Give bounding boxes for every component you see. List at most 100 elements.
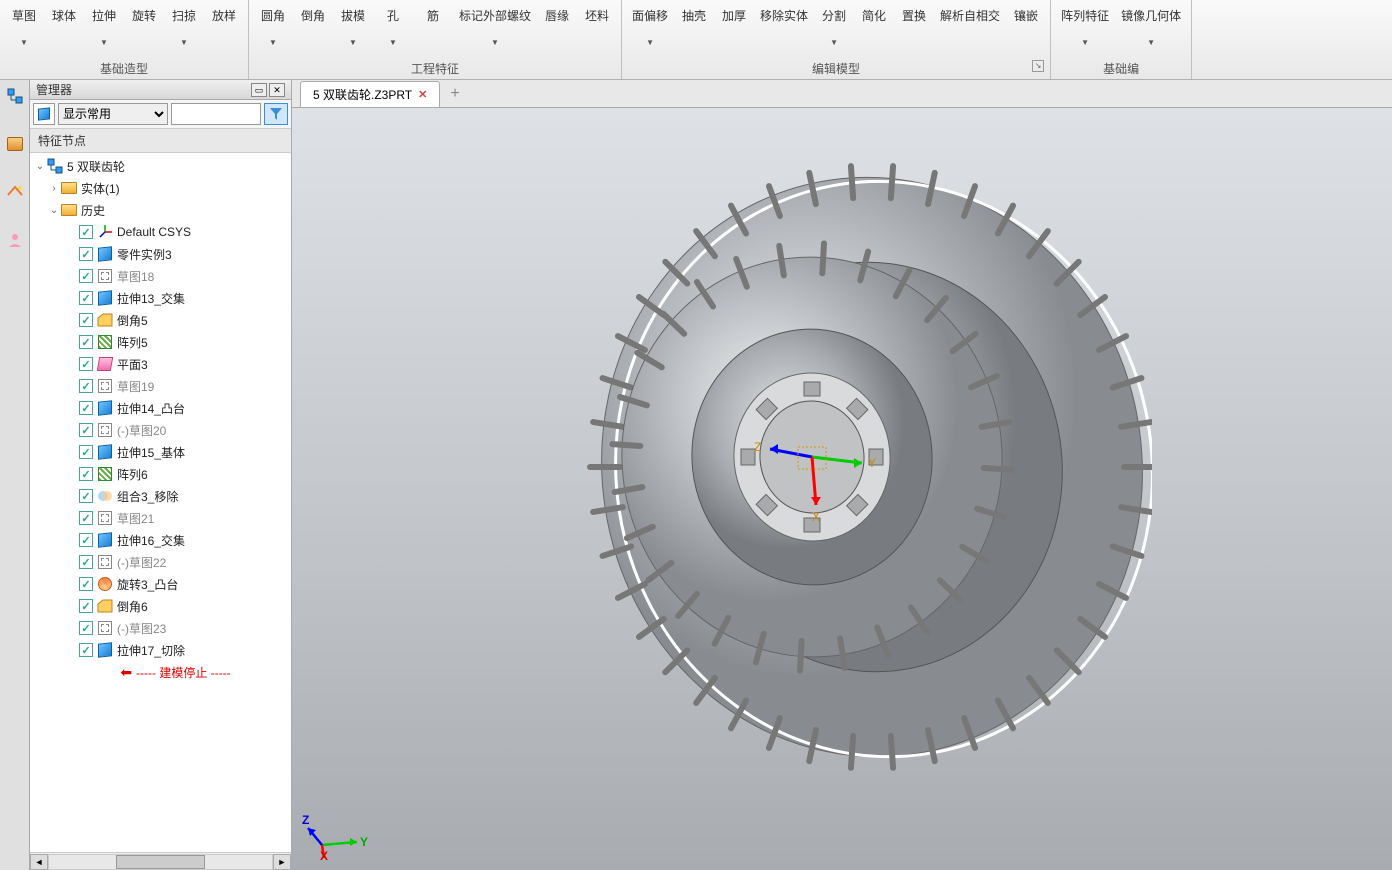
expander-icon[interactable]: ›: [48, 183, 60, 194]
ribbon-button[interactable]: 倒角: [293, 2, 333, 47]
checkbox-icon[interactable]: ✓: [79, 401, 93, 415]
checkbox-icon[interactable]: ✓: [79, 599, 93, 613]
ribbon-button[interactable]: 标记外部螺纹 ▼: [453, 2, 537, 47]
tree-node[interactable]: ✓拉伸17_切除: [30, 639, 291, 661]
ribbon-button[interactable]: 移除实体: [754, 2, 814, 47]
vtool-tree-icon[interactable]: [3, 84, 27, 108]
modeling-stop-marker[interactable]: ⬅----- 建模停止 -----: [30, 661, 291, 683]
tree-node[interactable]: ✓拉伸14_凸台: [30, 397, 291, 419]
checkbox-icon[interactable]: ✓: [79, 291, 93, 305]
document-tab-bar: 5 双联齿轮.Z3PRT ✕ +: [292, 80, 1392, 108]
document-tab[interactable]: 5 双联齿轮.Z3PRT ✕: [300, 81, 440, 107]
panel-header: 管理器 ▭ ✕: [30, 80, 291, 100]
tree-node[interactable]: ✓组合3_移除: [30, 485, 291, 507]
checkbox-icon[interactable]: ✓: [79, 621, 93, 635]
panel-minimize-icon[interactable]: ▭: [251, 83, 267, 97]
ribbon-button[interactable]: 草图 ▼: [4, 2, 44, 47]
panel-close-icon[interactable]: ✕: [269, 83, 285, 97]
tree-node[interactable]: ✓草图21: [30, 507, 291, 529]
ribbon-button[interactable]: 唇缘: [537, 2, 577, 47]
ribbon-button[interactable]: 筋: [413, 2, 453, 47]
tree-node[interactable]: ✓拉伸15_基体: [30, 441, 291, 463]
ribbon-button[interactable]: 面偏移 ▼: [626, 2, 674, 47]
tree-node[interactable]: ✓倒角6: [30, 595, 291, 617]
checkbox-icon[interactable]: ✓: [79, 225, 93, 239]
checkbox-icon[interactable]: ✓: [79, 643, 93, 657]
vtool-solid-icon[interactable]: [3, 132, 27, 156]
tree-node[interactable]: ✓拉伸13_交集: [30, 287, 291, 309]
dropdown-arrow-icon: [432, 38, 434, 47]
tab-add-button[interactable]: +: [440, 81, 469, 107]
ribbon-button[interactable]: 加厚: [714, 2, 754, 47]
ribbon-label: 扫掠: [172, 7, 196, 24]
checkbox-icon[interactable]: ✓: [79, 423, 93, 437]
scroll-left-icon[interactable]: ◄: [30, 854, 48, 870]
tree-node[interactable]: ✓(-)草图23: [30, 617, 291, 639]
checkbox-icon[interactable]: ✓: [79, 467, 93, 481]
filter-input[interactable]: [171, 103, 261, 125]
tree-node[interactable]: ✓(-)草图20: [30, 419, 291, 441]
ribbon-button[interactable]: 拉伸 ▼: [84, 2, 124, 47]
tree-node[interactable]: ✓(-)草图22: [30, 551, 291, 573]
checkbox-icon[interactable]: ✓: [79, 577, 93, 591]
tree-node[interactable]: ✓平面3: [30, 353, 291, 375]
ribbon-button[interactable]: 球体: [44, 2, 84, 47]
ribbon-button[interactable]: 抽壳: [674, 2, 714, 47]
ribbon-button[interactable]: 扫掠 ▼: [164, 2, 204, 47]
ribbon-button[interactable]: 镶嵌: [1006, 2, 1046, 47]
ribbon-button[interactable]: 放样: [204, 2, 244, 47]
tree-node[interactable]: ✓ 倒角5: [30, 309, 291, 331]
dropdown-arrow-icon: ▼: [269, 38, 277, 47]
horizontal-scrollbar[interactable]: ◄ ►: [30, 852, 291, 870]
checkbox-icon[interactable]: ✓: [79, 445, 93, 459]
tree-node[interactable]: ⌄历史: [30, 199, 291, 221]
tree-node[interactable]: ✓阵列5: [30, 331, 291, 353]
ribbon-button[interactable]: 圆角 ▼: [253, 2, 293, 47]
tree-node[interactable]: ✓草图19: [30, 375, 291, 397]
checkbox-icon[interactable]: ✓: [79, 533, 93, 547]
dropdown-arrow-icon: [913, 38, 915, 47]
ribbon-icon: [820, 2, 848, 6]
checkbox-icon[interactable]: ✓: [79, 489, 93, 503]
viewport-3d[interactable]: Y Z X Y Z X: [292, 108, 1392, 870]
tree-node[interactable]: ›实体(1): [30, 177, 291, 199]
ribbon-button[interactable]: 阵列特征 ▼: [1055, 2, 1115, 47]
main-area: 管理器 ▭ ✕ 显示常用 特征节点 ⌄5 双联齿轮›实体(1)⌄历史✓Defau…: [0, 80, 1392, 870]
display-mode-select[interactable]: 显示常用: [58, 103, 168, 125]
checkbox-icon[interactable]: ✓: [79, 555, 93, 569]
node-label: 倒角5: [117, 312, 148, 329]
tree-node[interactable]: ✓旋转3_凸台: [30, 573, 291, 595]
panel-mode-icon[interactable]: [33, 103, 55, 125]
tree-node[interactable]: ✓零件实例3: [30, 243, 291, 265]
ribbon-button[interactable]: 坯料: [577, 2, 617, 47]
tree-node[interactable]: ✓Default CSYS: [30, 221, 291, 243]
ribbon-button[interactable]: 解析自相交: [934, 2, 1006, 47]
tab-close-icon[interactable]: ✕: [418, 88, 427, 101]
ribbon-button[interactable]: 镜像几何体 ▼: [1115, 2, 1187, 47]
tree-node[interactable]: ⌄5 双联齿轮: [30, 155, 291, 177]
ribbon-button[interactable]: 分割 ▼: [814, 2, 854, 47]
checkbox-icon[interactable]: ✓: [79, 511, 93, 525]
ribbon-button[interactable]: 简化: [854, 2, 894, 47]
vtool-view-icon[interactable]: [3, 180, 27, 204]
ribbon-button[interactable]: 旋转: [124, 2, 164, 47]
tree-node[interactable]: ✓阵列6: [30, 463, 291, 485]
ribbon-icon: [299, 2, 327, 6]
ribbon-button[interactable]: 孔 ▼: [373, 2, 413, 47]
ribbon-button[interactable]: 拔模 ▼: [333, 2, 373, 47]
expander-icon[interactable]: ⌄: [48, 205, 60, 216]
checkbox-icon[interactable]: ✓: [79, 247, 93, 261]
expander-icon[interactable]: ⌄: [34, 161, 46, 172]
scroll-right-icon[interactable]: ►: [273, 854, 291, 870]
vtool-user-icon[interactable]: [3, 228, 27, 252]
tree-node[interactable]: ✓拉伸16_交集: [30, 529, 291, 551]
dialog-launcher-icon[interactable]: ↘: [1032, 60, 1044, 72]
checkbox-icon[interactable]: ✓: [79, 357, 93, 371]
filter-button[interactable]: [264, 103, 288, 125]
checkbox-icon[interactable]: ✓: [79, 269, 93, 283]
checkbox-icon[interactable]: ✓: [79, 379, 93, 393]
checkbox-icon[interactable]: ✓: [79, 335, 93, 349]
checkbox-icon[interactable]: ✓: [79, 313, 93, 327]
tree-node[interactable]: ✓草图18: [30, 265, 291, 287]
ribbon-button[interactable]: 置换: [894, 2, 934, 47]
